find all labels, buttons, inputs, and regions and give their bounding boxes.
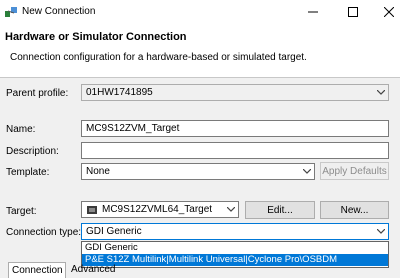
- target-label: Target:: [6, 206, 37, 217]
- chevron-down-icon: [303, 169, 311, 174]
- page-title: Hardware or Simulator Connection: [5, 31, 187, 43]
- target-combo[interactable]: MC9S12ZVML64_Target: [81, 201, 239, 218]
- edit-target-button[interactable]: Edit...: [245, 201, 315, 219]
- chevron-down-icon: [377, 229, 385, 234]
- target-chip-icon: [86, 205, 98, 217]
- close-button[interactable]: [366, 0, 400, 24]
- window-titlebar: New Connection: [0, 0, 400, 24]
- tab-advanced[interactable]: Advanced: [68, 262, 118, 278]
- wizard-header: Hardware or Simulator Connection Connect…: [0, 24, 400, 78]
- connection-type-value: GDI Generic: [86, 226, 142, 237]
- connection-type-dropdown: GDI Generic P&E S12Z Multilink|Multilink…: [81, 241, 389, 268]
- template-label: Template:: [6, 167, 50, 178]
- minimize-icon: [307, 11, 318, 13]
- target-value: MC9S12ZVML64_Target: [102, 204, 213, 215]
- dropdown-option-pe-multilink[interactable]: P&E S12Z Multilink|Multilink Universal|C…: [82, 254, 388, 266]
- new-target-button[interactable]: New...: [320, 201, 389, 219]
- template-value: None: [86, 166, 110, 177]
- template-combo[interactable]: None: [81, 163, 315, 180]
- minimize-button[interactable]: [290, 0, 335, 24]
- parent-profile-combo[interactable]: 01HW1741895: [81, 84, 389, 101]
- description-input[interactable]: [81, 142, 389, 159]
- apply-defaults-button[interactable]: Apply Defaults: [320, 162, 389, 180]
- name-label: Name:: [6, 124, 36, 135]
- connection-app-icon: [4, 5, 18, 22]
- name-value: MC9S12ZVM_Target: [86, 123, 180, 134]
- chevron-down-icon: [227, 207, 235, 212]
- maximize-icon: [347, 7, 358, 17]
- connection-type-label: Connection type:: [6, 227, 82, 238]
- dropdown-option-gdi-generic[interactable]: GDI Generic: [82, 242, 388, 254]
- description-label: Description:: [6, 146, 59, 157]
- parent-profile-label: Parent profile:: [6, 88, 69, 99]
- parent-profile-value: 01HW1741895: [86, 87, 153, 98]
- name-input[interactable]: MC9S12ZVM_Target: [81, 120, 389, 137]
- tab-connection[interactable]: Connection: [8, 262, 66, 278]
- page-description: Connection configuration for a hardware-…: [10, 52, 307, 63]
- window-title: New Connection: [22, 6, 96, 17]
- connection-type-combo[interactable]: GDI Generic: [81, 223, 389, 240]
- close-icon: [383, 7, 394, 17]
- chevron-down-icon: [377, 90, 385, 95]
